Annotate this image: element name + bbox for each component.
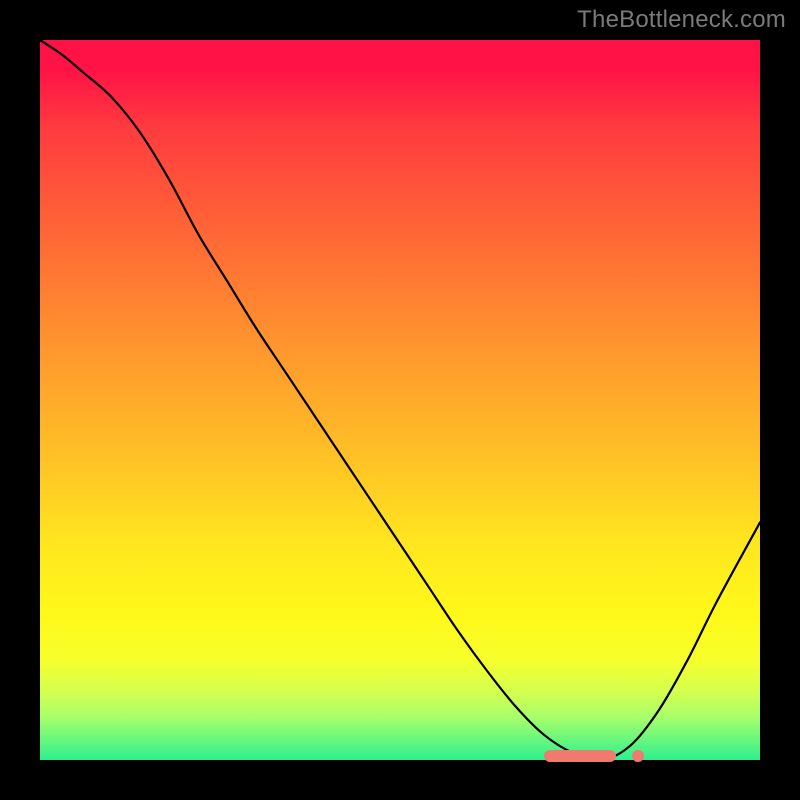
chart-frame: TheBottleneck.com (0, 0, 800, 800)
attribution-label: TheBottleneck.com (577, 6, 786, 34)
heat-gradient (40, 40, 760, 760)
marker-dot (632, 750, 644, 762)
plot-area (40, 40, 760, 760)
marker-strip (544, 750, 616, 762)
